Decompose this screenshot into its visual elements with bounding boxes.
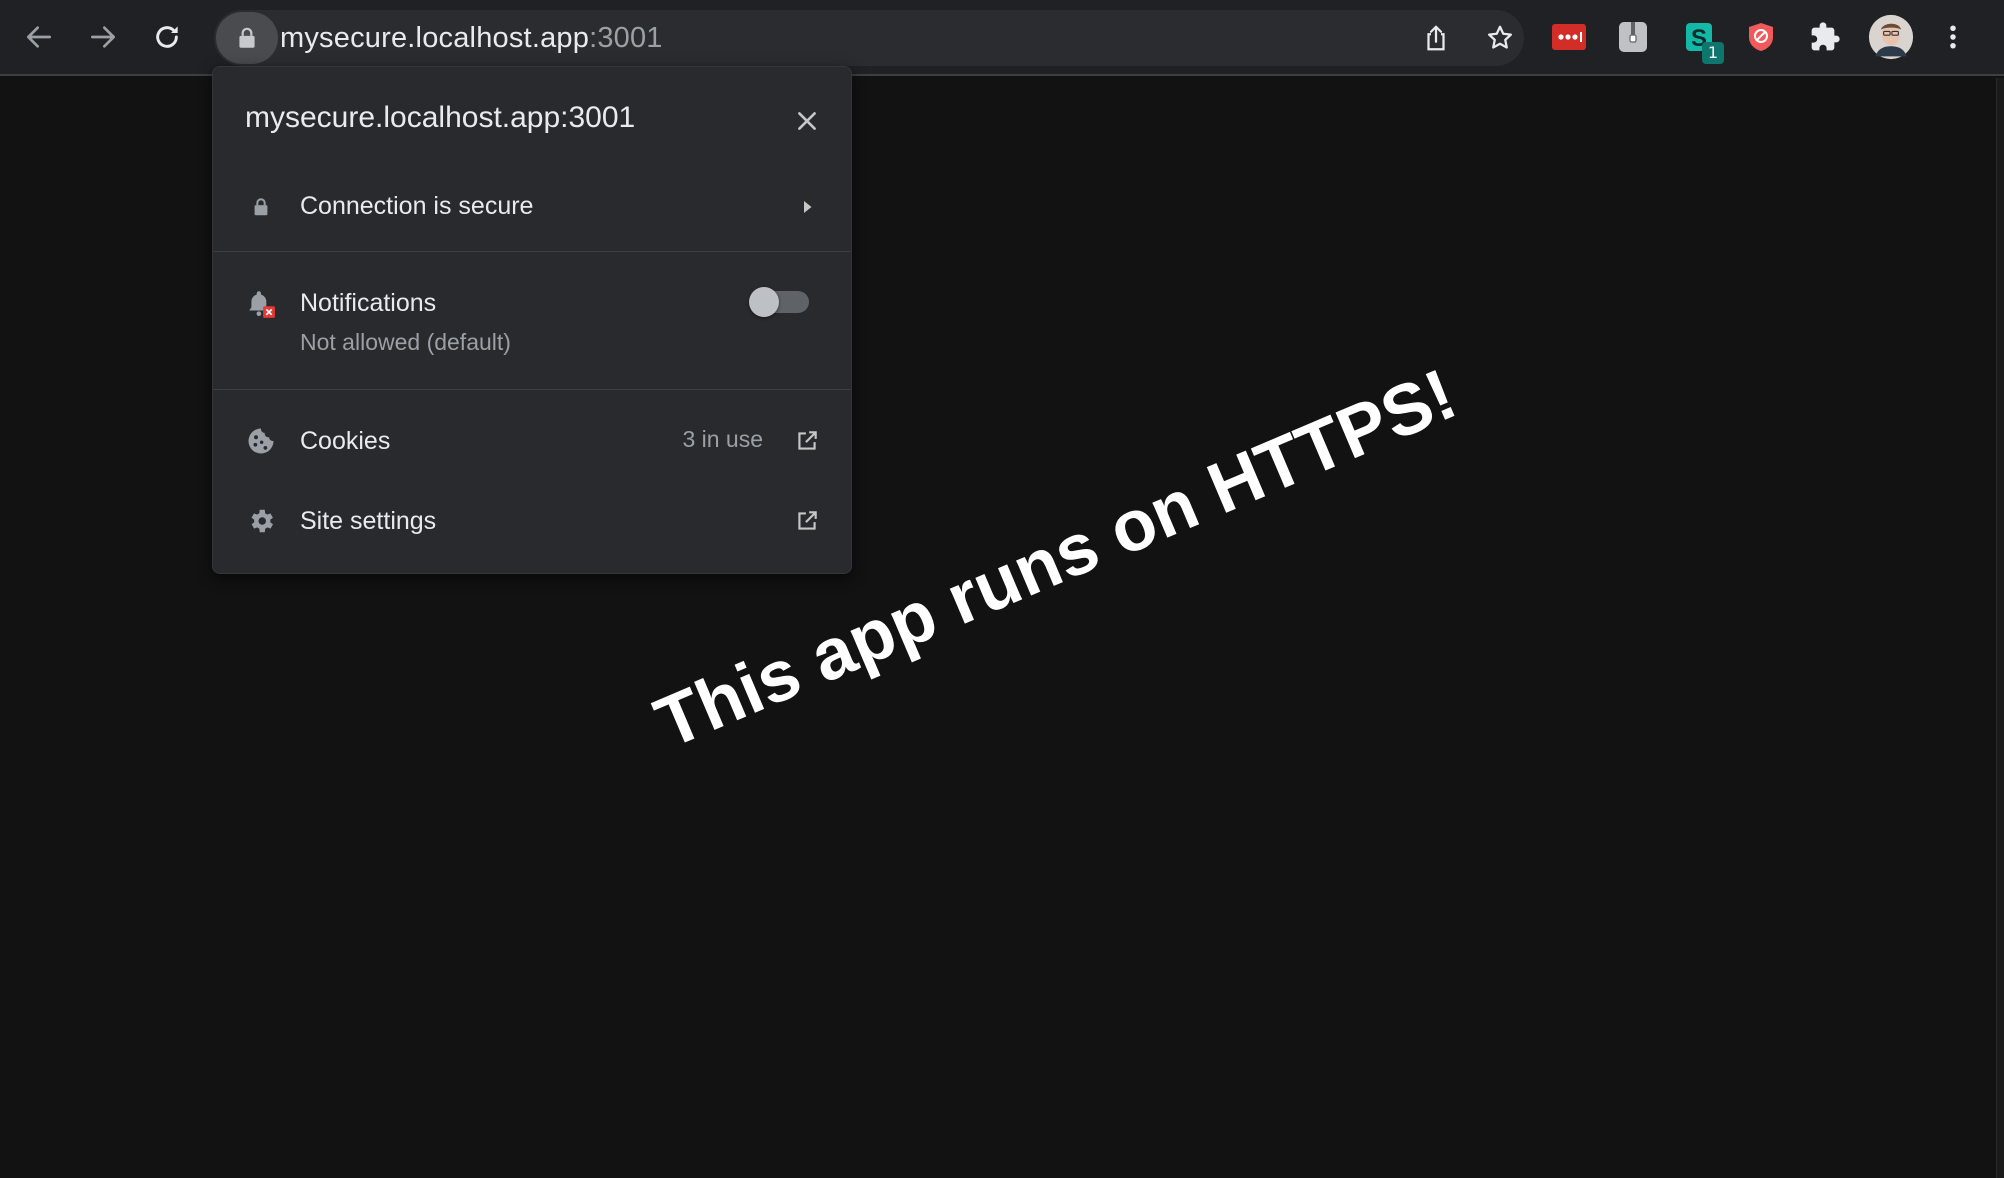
cookie-icon-wrap: [243, 423, 279, 459]
forward-arrow-icon: [91, 26, 115, 48]
share-icon: [1427, 25, 1445, 51]
kebab-menu-icon: [1950, 25, 1956, 49]
site-settings-open-button[interactable]: [791, 505, 823, 537]
profile-button[interactable]: [1866, 12, 1916, 62]
lastpass-extension-icon: [1552, 24, 1586, 50]
shield-extension[interactable]: [1738, 14, 1784, 60]
toggle-knob: [749, 287, 779, 317]
s-extension[interactable]: S 1: [1676, 14, 1724, 64]
bookmark-star-icon: [1488, 25, 1512, 49]
back-arrow-icon: [27, 26, 51, 48]
site-settings-label: Site settings: [300, 507, 437, 535]
reload-button[interactable]: [142, 12, 192, 62]
browser-menu-button[interactable]: [1930, 14, 1976, 60]
connection-label: Connection is secure: [300, 192, 534, 220]
connection-chevron[interactable]: [791, 191, 823, 223]
lock-icon: [239, 27, 255, 48]
extension-badge: 1: [1702, 42, 1724, 64]
divider: [213, 251, 851, 252]
notifications-blocked-icon: [249, 291, 275, 318]
site-info-popup: mysecure.localhost.app:3001 Connection i…: [212, 66, 852, 574]
cookies-open-button[interactable]: [791, 425, 823, 457]
back-button[interactable]: [14, 12, 64, 62]
forward-button[interactable]: [78, 12, 128, 62]
reload-icon: [156, 26, 178, 48]
zip-extension-icon: [1619, 22, 1647, 52]
browser-toolbar: mysecure.localhost.app:3001 S 1: [0, 0, 2004, 76]
gear-icon: [251, 509, 273, 533]
open-external-icon: [798, 511, 817, 530]
share-button[interactable]: [1416, 18, 1456, 58]
divider: [213, 389, 851, 390]
cookies-count: 3 in use: [682, 426, 763, 452]
notifications-icon-wrap: [243, 285, 279, 321]
scrollbar[interactable]: [1996, 78, 2004, 1178]
open-external-icon: [798, 431, 817, 450]
close-icon: [798, 112, 816, 130]
site-info-button[interactable]: [216, 12, 278, 64]
url-text[interactable]: mysecure.localhost.app:3001: [280, 10, 663, 66]
chevron-right-icon: [804, 201, 812, 213]
popup-title: mysecure.localhost.app:3001: [245, 101, 636, 134]
lastpass-extension[interactable]: [1546, 14, 1592, 60]
gear-icon-wrap: [243, 503, 279, 539]
cookies-label: Cookies: [300, 427, 391, 455]
url-host: mysecure.localhost.app: [280, 22, 590, 54]
notifications-label: Notifications: [300, 289, 437, 317]
notifications-toggle[interactable]: [749, 287, 809, 317]
address-bar[interactable]: mysecure.localhost.app:3001: [214, 10, 1524, 66]
connection-lock-icon-wrap: [243, 189, 279, 225]
bookmark-button[interactable]: [1480, 18, 1520, 58]
close-button[interactable]: [789, 103, 825, 139]
zip-extension[interactable]: [1610, 14, 1656, 60]
extensions-menu-button[interactable]: [1802, 14, 1848, 60]
puzzle-extensions-icon: [1811, 22, 1840, 51]
shield-extension-icon: [1749, 23, 1773, 51]
avatar: [1868, 14, 1914, 60]
cookie-icon: [248, 428, 274, 454]
url-port: :3001: [589, 22, 663, 54]
notifications-status: Not allowed (default): [300, 329, 511, 355]
lock-icon: [254, 198, 268, 216]
